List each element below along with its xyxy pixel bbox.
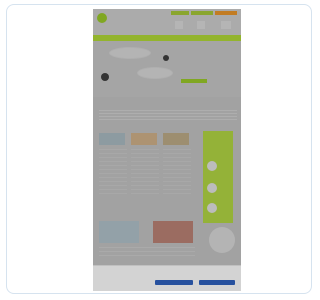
sidebar-panel — [203, 131, 233, 223]
leaf-logo-icon — [97, 13, 107, 23]
website-screenshot-thumbnail[interactable] — [93, 9, 241, 291]
category-list-2[interactable] — [131, 149, 159, 197]
feature-text — [99, 247, 195, 259]
category-list-3[interactable] — [163, 149, 191, 197]
sidebar-badge-1 — [207, 161, 217, 171]
site-header — [93, 9, 241, 35]
hero-cta-button[interactable] — [181, 79, 207, 83]
cookie-consent-banner — [93, 265, 241, 291]
sidebar-badge-3 — [207, 203, 217, 213]
cookie-settings-button[interactable] — [199, 280, 235, 285]
cookie-accept-button[interactable] — [155, 280, 193, 285]
bee-icon-2 — [163, 55, 169, 61]
header-icon-2[interactable] — [197, 21, 205, 29]
category-image-1[interactable] — [99, 133, 125, 145]
category-image-3[interactable] — [163, 133, 189, 145]
feature-image-1[interactable] — [99, 221, 139, 243]
category-image-2[interactable] — [131, 133, 157, 145]
lamp-image-2 — [137, 67, 173, 79]
header-link-3[interactable] — [215, 11, 237, 15]
category-list-1[interactable] — [99, 149, 127, 197]
sidebar-badge-2 — [207, 183, 217, 193]
badge-image — [209, 227, 235, 253]
hero-banner — [93, 41, 241, 97]
lamp-image-1 — [109, 47, 151, 59]
header-link-2[interactable] — [191, 11, 213, 15]
preview-card — [6, 4, 312, 294]
intro-text — [99, 110, 237, 120]
header-icon-1[interactable] — [175, 21, 183, 29]
header-link-1[interactable] — [171, 11, 189, 15]
bee-icon-1 — [101, 73, 109, 81]
cart-icon[interactable] — [221, 21, 231, 29]
feature-image-2[interactable] — [153, 221, 193, 243]
